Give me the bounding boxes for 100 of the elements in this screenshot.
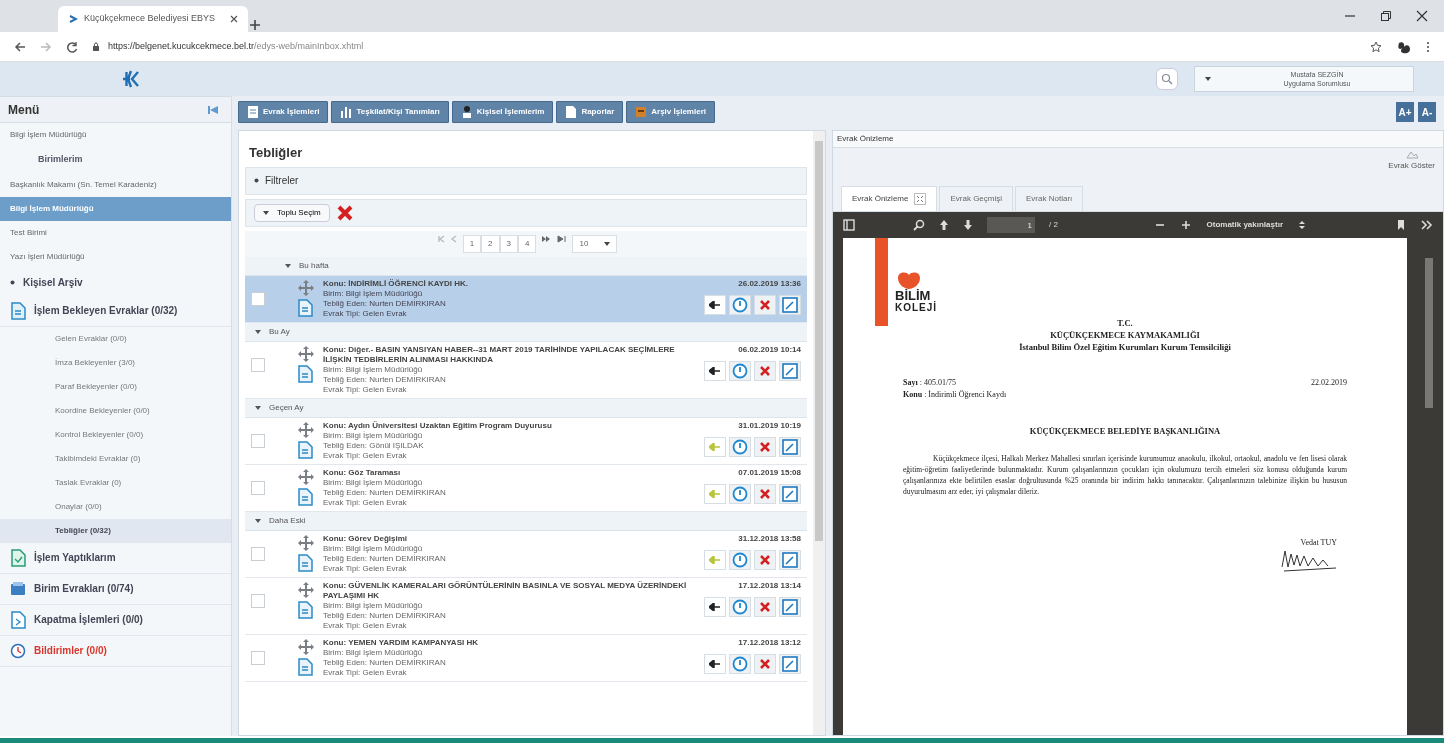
info-button[interactable] [729,436,751,457]
list-row[interactable]: Konu: Görev Değişimi Birim: Bilgi İşlem Müdürlüğü Tebliğ Eden: Nurten DEMİRKIRAN Evrak Tipi: Gelen Evrak 31.12.2018 13:58 [245,530,807,578]
unit-item[interactable]: Yazı İşleri Müdürlüğü [0,244,231,269]
toolbar-button[interactable]: Kişisel İşlemlerim [451,101,554,123]
font-size-button[interactable]: A- [1418,102,1436,122]
sidebar-toggle-icon[interactable] [843,219,855,231]
tab[interactable]: Evrak Notları [1015,186,1084,211]
info-button[interactable] [729,360,751,381]
submenu-item[interactable]: Koordine Bekleyenler (0/0) [0,398,231,423]
bulk-select-button[interactable]: Toplu Seçim [254,203,330,222]
search-button[interactable] [1156,68,1178,90]
edit-button[interactable] [779,360,801,381]
move-icon[interactable] [297,533,315,552]
edit-button[interactable] [779,483,801,504]
submenu-item[interactable]: Onaylar (0/0) [0,494,231,519]
submenu-item[interactable]: İmza Bekleyenler (3/0) [0,350,231,375]
more-tools-icon[interactable] [1421,220,1433,230]
edit-button[interactable] [779,596,801,617]
down-arrow-icon[interactable] [963,219,973,231]
unit-item[interactable]: Başkanlık Makamı (Sn. Temel Karadeniz) [0,172,231,197]
up-arrow-icon[interactable] [939,219,949,231]
back-icon[interactable] [14,40,26,53]
checkbox[interactable] [251,480,265,495]
filters-header[interactable]: Filtreler [245,166,807,195]
move-icon[interactable] [297,637,315,656]
scrollbar[interactable] [813,131,825,735]
page-number-field[interactable]: 1 [987,217,1035,233]
forward-button[interactable] [704,360,726,381]
edit-button[interactable] [779,653,801,674]
info-button[interactable] [729,483,751,504]
info-button[interactable] [729,596,751,617]
delete-button[interactable] [754,360,776,381]
archive-item[interactable]: Kişisel Arşiv [0,268,231,296]
checkbox[interactable] [251,433,265,448]
edit-button[interactable] [779,294,801,315]
toolbar-button[interactable]: Raporlar [556,101,624,123]
page-button[interactable]: 3 [499,234,518,253]
tab[interactable]: Evrak Önizleme [841,186,938,211]
forward-button[interactable] [704,596,726,617]
checkbox[interactable] [251,593,265,608]
list-row[interactable]: Konu: GÜVENLİK KAMERALARI GÖRÜNTÜLERİNİN BASINLA VE SOSYAL MEDYA ÜZERİNDEKİ PAYLAŞIMI HK Birim: Bilgi İşlem Müdürlüğü Tebliğ Eden: Nurten DEMİRKIRAN Evrak Tipi: Gelen Evrak 17.12.2018 13:14 [245,577,807,635]
clear-icon[interactable] [335,203,354,222]
reload-icon[interactable] [66,40,78,53]
move-icon[interactable] [297,420,315,439]
forward-button[interactable] [704,294,726,315]
toolbar-button[interactable]: Teşkilat/Kişi Tanımları [331,101,449,123]
show-document-button[interactable]: Evrak Göster [1388,148,1435,182]
zoom-select[interactable]: Otomatik yakınlaştır [1206,219,1305,231]
forward-button[interactable] [704,653,726,674]
delete-button[interactable] [754,294,776,315]
menu-item[interactable]: İşlem Bekleyen Evraklar (0/32) [0,295,231,327]
list-row[interactable]: Konu: Göz Taraması Birim: Bilgi İşlem Müdürlüğü Tebliğ Eden: Nurten DEMİRKIRAN Evrak Tipi: Gelen Evrak 07.01.2019 15:08 [245,464,807,512]
close-icon[interactable] [230,15,238,23]
extension-icon[interactable] [1396,39,1412,54]
menu-icon[interactable] [1426,40,1430,53]
page-button[interactable]: 2 [481,234,500,253]
move-icon[interactable] [297,467,315,486]
zoom-in-icon[interactable] [1180,220,1191,230]
submenu-item[interactable]: Kontrol Bekleyenler (0/0) [0,422,231,447]
tab[interactable]: Evrak Geçmişi [939,186,1014,211]
toolbar-button[interactable]: Arşiv İşlemleri [626,101,715,123]
browser-tab[interactable]: Küçükçekmece Belediyesi EBYS [58,6,248,32]
checkbox[interactable] [251,291,265,306]
list-row[interactable]: Konu: İNDİRİMLİ ÖĞRENCİ KAYDI HK. Birim: Bilgi İşlem Müdürlüğü Tebliğ Eden: Nurten DEMİRKIRAN Evrak Tipi: Gelen Evrak 26.02.2019 13:36 [245,275,807,323]
delete-button[interactable] [754,483,776,504]
page-size-select[interactable]: 10 [572,234,618,253]
last-page-icon[interactable] [556,234,569,243]
bookmark-icon[interactable] [1397,219,1405,231]
move-icon[interactable] [297,344,315,363]
checkbox[interactable] [251,546,265,561]
move-icon[interactable] [297,580,315,599]
submenu-item[interactable]: Takibimdeki Evraklar (0) [0,446,231,471]
page-button[interactable]: 1 [462,234,482,253]
expand-icon[interactable] [914,193,927,205]
restore-icon[interactable] [1380,10,1392,22]
menu-item[interactable]: İşlem Yaptıklarım [0,542,231,574]
menu-item[interactable]: Birim Evrakları (0/74) [0,573,231,605]
checkbox[interactable] [251,357,265,372]
submenu-item[interactable]: Paraf Bekleyenler (0/0) [0,374,231,399]
checkbox[interactable] [251,650,265,665]
new-tab-icon[interactable] [248,18,262,32]
move-icon[interactable] [297,278,315,297]
toolbar-button[interactable]: Evrak İşlemleri [238,101,329,123]
info-button[interactable] [729,653,751,674]
delete-button[interactable] [754,436,776,457]
info-button[interactable] [729,549,751,570]
list-row[interactable]: Konu: YEMEN YARDIM KAMPANYASI HK Birim: Bilgi İşlem Müdürlüğü Tebliğ Eden: Nurten DEMİRKIRAN Evrak Tipi: Gelen Evrak 17.12.2018 13:12 [245,634,807,682]
submenu-item[interactable]: Gelen Evraklar (0/0) [0,326,231,351]
collapse-icon[interactable] [207,103,219,116]
url-field[interactable]: https://belgenet.kucukcekmece.bel.tr/edys-web/mainInbox.xhtml [108,39,364,54]
close-icon[interactable] [1416,10,1428,22]
submenu-item[interactable]: Taslak Evraklar (0) [0,470,231,495]
list-row[interactable]: Konu: Aydın Üniversitesi Uzaktan Eğitim Program Duyurusu Birim: Bilgi İşlem Müdürlüğü Tebliğ Eden: Gönül IŞILDAK Evrak Tipi: Gelen Evrak 31.01.2019 10:19 [245,417,807,465]
delete-button[interactable] [754,549,776,570]
menu-item[interactable]: Bildirimler (0/0) [0,635,231,667]
submenu-item[interactable]: Tebliğler (0/32) [0,518,231,543]
page-button[interactable]: 4 [518,234,537,253]
unit-item[interactable]: Test Birimi [0,220,231,245]
edit-button[interactable] [779,436,801,457]
info-button[interactable] [729,294,751,315]
